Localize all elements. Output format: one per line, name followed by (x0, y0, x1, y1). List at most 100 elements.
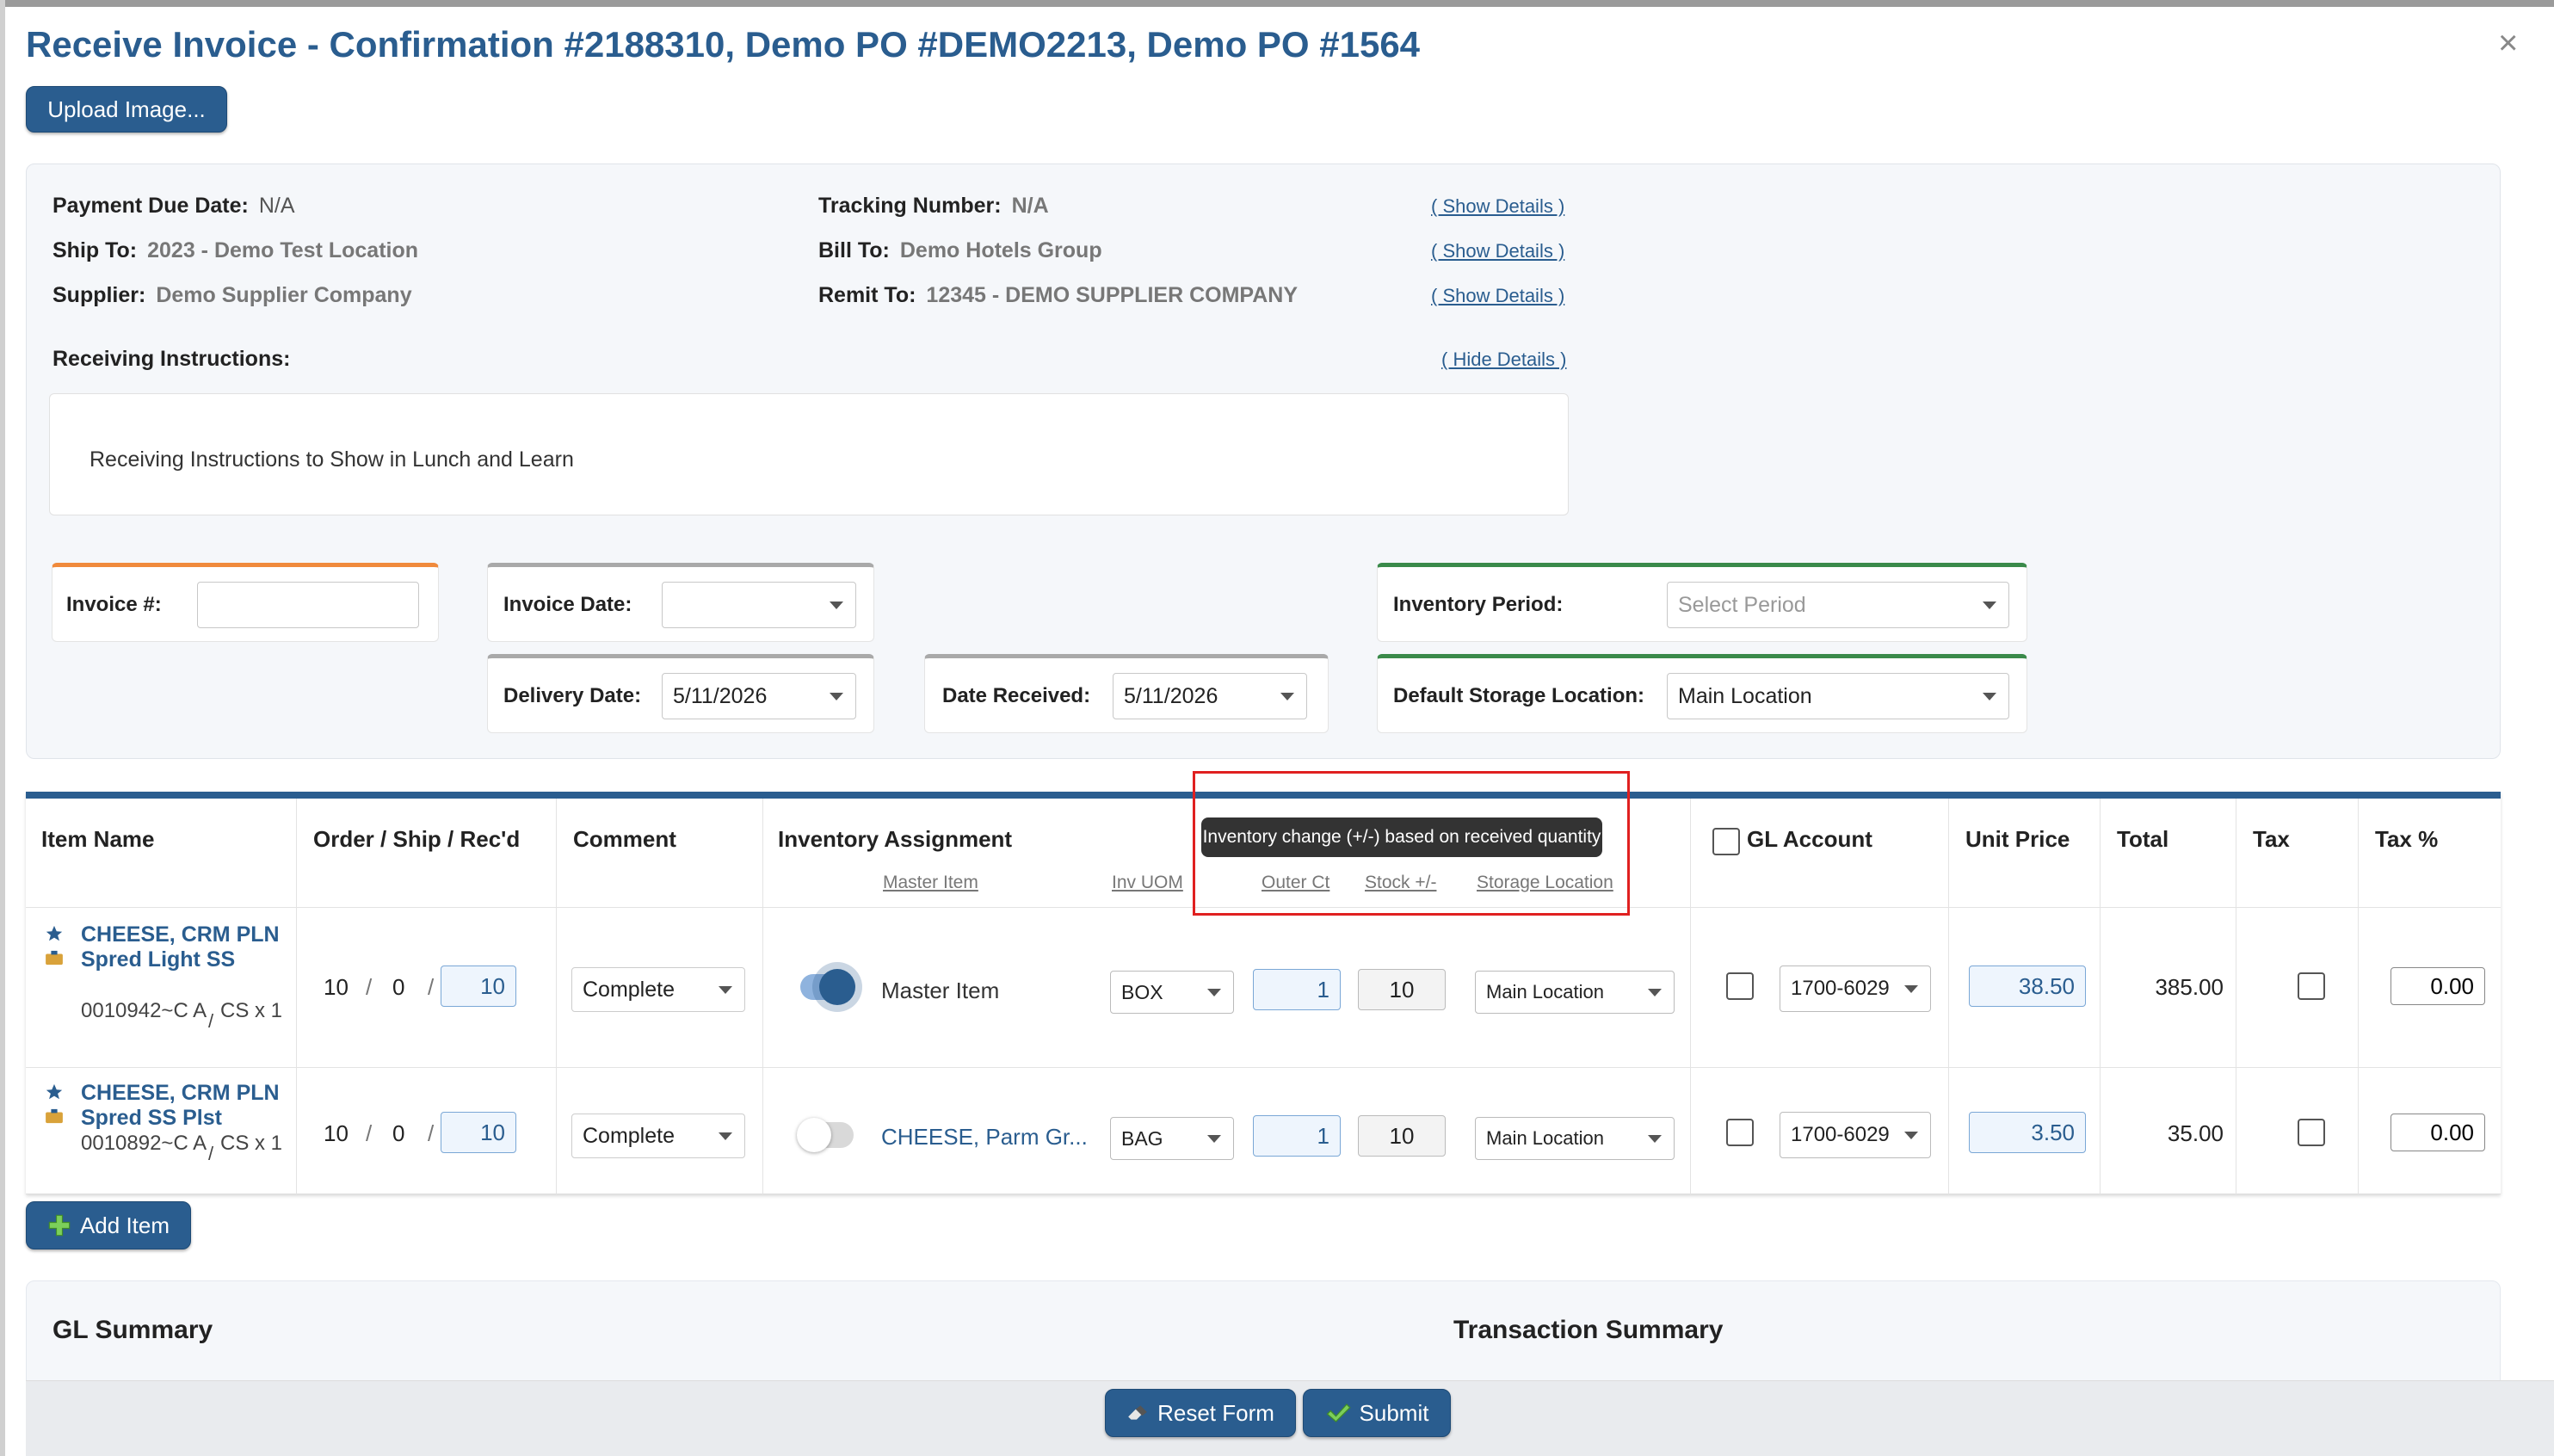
submit-label: Submit (1359, 1399, 1429, 1426)
page-title: Receive Invoice - Confirmation #2188310,… (26, 24, 1421, 65)
comment-value: Complete (583, 977, 675, 1002)
bill-to-value: Demo Hotels Group (899, 238, 1102, 262)
received-qty-input[interactable]: 10 (441, 1112, 516, 1153)
item-name-link[interactable]: CHEESE, CRM PLN Spred Light SS (81, 922, 287, 972)
chevron-down-icon (830, 602, 843, 609)
master-item-toggle[interactable] (800, 969, 855, 1005)
reset-form-label: Reset Form (1157, 1399, 1274, 1426)
header-total[interactable]: Total (2117, 826, 2168, 853)
payment-due-label: Payment Due Date: (52, 194, 249, 218)
storage-location-select[interactable]: Main Location (1475, 1117, 1675, 1160)
storage-location-value: Main Location (1486, 981, 1604, 1003)
default-storage-select[interactable]: Main Location (1667, 673, 2009, 719)
star-icon[interactable] (45, 924, 64, 943)
submit-button[interactable]: Submit (1303, 1389, 1451, 1437)
date-received-label: Date Received: (942, 684, 1091, 707)
bill-to-label: Bill To: (818, 238, 890, 262)
reset-form-button[interactable]: Reset Form (1105, 1389, 1296, 1437)
tax-checkbox[interactable] (2298, 1119, 2325, 1146)
row-divider (26, 1067, 2501, 1068)
payment-due-value: N/A (258, 194, 295, 218)
item-pack: CS x 1 (220, 1132, 283, 1155)
transaction-summary-title: Transaction Summary (1453, 1316, 1724, 1344)
header-comment[interactable]: Comment (573, 826, 676, 853)
qty-separator: / (428, 1120, 435, 1146)
unit-price-input[interactable]: 3.50 (1969, 1112, 2086, 1153)
inventory-period-placeholder: Select Period (1678, 592, 1806, 617)
qty-separator: / (366, 1120, 373, 1146)
inv-uom-select[interactable]: BAG (1110, 1117, 1234, 1160)
gl-account-select[interactable]: 1700-6029 (1780, 966, 1931, 1012)
box-icon (46, 950, 63, 966)
tax-pct-input[interactable]: 0.00 (2391, 967, 2485, 1005)
tax-checkbox[interactable] (2298, 972, 2325, 1000)
comment-select[interactable]: Complete (571, 1114, 745, 1158)
gl-row-checkbox[interactable] (1726, 972, 1754, 1000)
pack-separator: / (208, 1143, 214, 1164)
row-total: 35.00 (2167, 1120, 2224, 1146)
header-gl-account[interactable]: GL Account (1747, 826, 1872, 853)
column-divider (2358, 799, 2359, 1194)
plus-icon (48, 1214, 71, 1237)
item-pack: CS x 1 (220, 999, 283, 1022)
payment-due-row: Payment Due Date: N/A (52, 194, 295, 219)
inv-uom-select[interactable]: BOX (1110, 971, 1234, 1014)
supplier-value: Demo Supplier Company (156, 283, 412, 307)
outer-ct-input[interactable]: 1 (1253, 969, 1341, 1010)
inv-uom-value: BAG (1121, 1126, 1163, 1150)
subheader-master-item[interactable]: Master Item (883, 873, 978, 893)
close-icon[interactable]: × (2498, 24, 2518, 63)
received-qty-input[interactable]: 10 (441, 966, 516, 1007)
invoice-number-input[interactable] (197, 582, 419, 628)
storage-location-select[interactable]: Main Location (1475, 971, 1675, 1014)
qty-separator: / (366, 974, 373, 1000)
chevron-down-icon (830, 693, 843, 700)
receiving-instructions-box: Receiving Instructions to Show in Lunch … (49, 393, 1569, 515)
header-item-name[interactable]: Item Name (41, 826, 155, 853)
delivery-date-select[interactable]: 5/11/2026 (662, 673, 856, 719)
eraser-icon (1128, 1405, 1147, 1420)
master-item-toggle[interactable] (797, 1118, 854, 1152)
add-item-label: Add Item (79, 1212, 170, 1238)
stock-change-input[interactable]: 10 (1358, 969, 1446, 1010)
upload-image-button[interactable]: Upload Image... (26, 86, 227, 133)
ship-qty: 0 (392, 974, 405, 1000)
hide-details-link[interactable]: ( Hide Details ) (1441, 349, 1566, 371)
remit-to-row: Remit To: 12345 - DEMO SUPPLIER COMPANY (818, 283, 1298, 308)
tax-pct-input[interactable]: 0.00 (2391, 1114, 2485, 1151)
show-details-link-bill-to[interactable]: ( Show Details ) (1431, 240, 1564, 262)
default-storage-box: Default Storage Location: Main Location (1377, 654, 2027, 733)
date-received-select[interactable]: 5/11/2026 (1113, 673, 1307, 719)
toggle-knob (819, 969, 855, 1005)
show-details-link-remit-to[interactable]: ( Show Details ) (1431, 285, 1564, 307)
inventory-period-select[interactable]: Select Period (1667, 582, 2009, 628)
gl-account-select-all-checkbox[interactable] (1712, 828, 1740, 855)
item-name-link[interactable]: CHEESE, CRM PLN Spred SS Plst (81, 1081, 287, 1131)
subheader-inv-uom[interactable]: Inv UOM (1112, 873, 1183, 893)
item-code: 0010892~C A (81, 1132, 207, 1155)
header-tax[interactable]: Tax (2253, 826, 2290, 853)
header-unit-price[interactable]: Unit Price (1965, 826, 2070, 853)
box-icon (46, 1108, 63, 1124)
outer-ct-input[interactable]: 1 (1253, 1115, 1341, 1157)
stock-change-input[interactable]: 10 (1358, 1115, 1446, 1157)
add-item-button[interactable]: Add Item (26, 1201, 191, 1249)
pack-separator: / (208, 1010, 214, 1032)
header-inventory-assignment[interactable]: Inventory Assignment (778, 826, 1012, 853)
inventory-assignment-link[interactable]: CHEESE, Parm Gr... (881, 1124, 1096, 1151)
gl-account-value: 1700-6029 (1791, 1123, 1890, 1146)
delivery-date-box: Delivery Date: 5/11/2026 (487, 654, 874, 733)
receiving-instructions-heading: Receiving Instructions: (52, 347, 291, 371)
star-icon[interactable] (45, 1083, 64, 1101)
gl-row-checkbox[interactable] (1726, 1119, 1754, 1146)
show-details-link-tracking[interactable]: ( Show Details ) (1431, 195, 1564, 218)
invoice-date-label: Invoice Date: (503, 593, 632, 616)
chevron-down-icon (1207, 1135, 1221, 1143)
gl-account-select[interactable]: 1700-6029 (1780, 1112, 1931, 1158)
invoice-date-select[interactable] (662, 582, 856, 628)
chevron-down-icon (1648, 989, 1662, 996)
comment-select[interactable]: Complete (571, 967, 745, 1012)
header-tax-pct[interactable]: Tax % (2375, 826, 2438, 853)
unit-price-input[interactable]: 38.50 (1969, 966, 2086, 1007)
header-order-ship-recd[interactable]: Order / Ship / Rec'd (313, 826, 520, 853)
